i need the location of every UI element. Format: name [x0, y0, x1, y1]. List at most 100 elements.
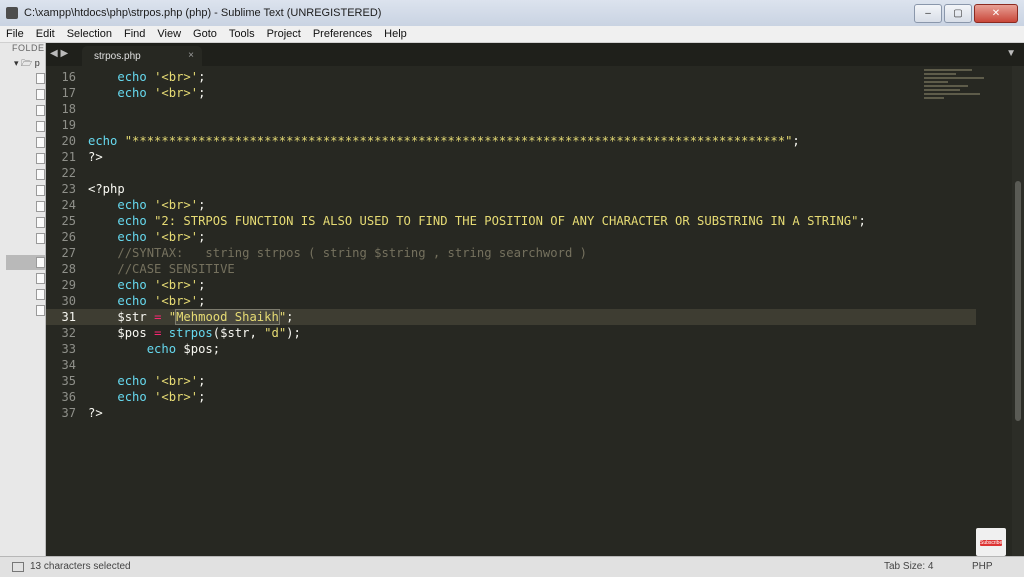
code-token: "***************************************…	[124, 134, 793, 148]
subscribe-badge[interactable]: Subscribe	[976, 528, 1006, 556]
code-line: //CASE SENSITIVE	[88, 261, 928, 277]
tab-size-selector[interactable]: Tab Size: 4	[884, 561, 933, 572]
code-token: echo	[117, 294, 147, 308]
code-line: //SYNTAX: string strpos ( string $string…	[88, 245, 928, 261]
menu-edit[interactable]: Edit	[30, 28, 61, 40]
code-token: '<br>'	[154, 86, 199, 100]
code-token: $str	[117, 310, 147, 324]
code-line: echo '<br>';	[88, 277, 928, 293]
code-token: '<br>'	[154, 374, 199, 388]
tab-dropdown-icon[interactable]: ▼	[1006, 48, 1016, 59]
folder-icon: ▾ 🗁	[14, 58, 35, 68]
menu-goto[interactable]: Goto	[187, 28, 223, 40]
code-token: ;	[198, 230, 206, 244]
file-icon[interactable]	[36, 273, 45, 284]
line-number: 22	[61, 166, 76, 180]
file-icon[interactable]	[36, 289, 45, 300]
code-token: ;	[198, 86, 206, 100]
code-token: echo	[117, 390, 147, 404]
code-token: echo	[88, 134, 118, 148]
code-line: ?>	[88, 405, 928, 421]
console-icon[interactable]	[12, 562, 24, 572]
file-icon[interactable]	[36, 105, 45, 116]
line-number: 25	[61, 214, 76, 228]
tab-nav-arrows[interactable]: ◀ ▶	[50, 48, 68, 59]
code-line: echo '<br>';	[88, 373, 928, 389]
file-icon[interactable]	[36, 257, 45, 268]
menu-selection[interactable]: Selection	[61, 28, 118, 40]
line-number: 27	[61, 246, 76, 260]
menu-view[interactable]: View	[151, 28, 187, 40]
menu-file[interactable]: File	[0, 28, 30, 40]
file-icon[interactable]	[36, 201, 45, 212]
menu-tools[interactable]: Tools	[223, 28, 261, 40]
file-icon[interactable]	[36, 121, 45, 132]
code-line: echo '<br>';	[88, 85, 928, 101]
file-icon[interactable]	[36, 233, 45, 244]
menu-project[interactable]: Project	[261, 28, 307, 40]
tab-close-icon[interactable]: ×	[188, 50, 194, 61]
code-token: ;	[198, 278, 206, 292]
file-icon[interactable]	[36, 185, 45, 196]
subscribe-label: Subscribe	[980, 540, 1003, 546]
line-number: 31	[61, 310, 76, 324]
menu-bar: File Edit Selection Find View Goto Tools…	[0, 26, 1024, 43]
maximize-button[interactable]: ▢	[944, 4, 972, 23]
code-line: echo '<br>';	[88, 293, 928, 309]
line-number: 29	[61, 278, 76, 292]
window-controls: – ▢ ✕	[914, 4, 1018, 23]
file-icon[interactable]	[36, 305, 45, 316]
file-icon[interactable]	[36, 169, 45, 180]
file-icon[interactable]	[36, 153, 45, 164]
code-token: ;	[198, 374, 206, 388]
tab-bar: ◀ ▶ strpos.php × ▼	[46, 43, 1024, 66]
file-icon[interactable]	[36, 89, 45, 100]
vertical-scrollbar[interactable]	[1012, 66, 1024, 556]
code-area[interactable]: echo '<br>'; echo '<br>'; echo "*********…	[88, 69, 928, 421]
minimize-button[interactable]: –	[914, 4, 942, 23]
file-icon[interactable]	[36, 217, 45, 228]
menu-preferences[interactable]: Preferences	[307, 28, 378, 40]
line-number: 23	[61, 182, 76, 196]
close-button[interactable]: ✕	[974, 4, 1018, 23]
line-number: 37	[61, 406, 76, 420]
scroll-thumb[interactable]	[1015, 181, 1021, 421]
syntax-selector[interactable]: PHP	[972, 561, 993, 572]
code-token: '<br>'	[154, 390, 199, 404]
code-token: echo	[117, 214, 147, 228]
code-token: '<br>'	[154, 294, 199, 308]
selection-status: 13 characters selected	[30, 561, 131, 572]
code-token: ;	[198, 70, 206, 84]
code-line: echo '<br>';	[88, 389, 928, 405]
line-number: 32	[61, 326, 76, 340]
code-token: //CASE SENSITIVE	[117, 262, 235, 276]
code-token: "	[168, 310, 177, 324]
tab-strpos[interactable]: strpos.php ×	[82, 46, 202, 66]
sublime-app-icon	[6, 7, 18, 19]
menu-help[interactable]: Help	[378, 28, 413, 40]
code-token: strpos	[168, 326, 213, 340]
code-line: echo '<br>';	[88, 229, 928, 245]
code-token: ?>	[88, 150, 103, 164]
line-number: 30	[61, 294, 76, 308]
minimap[interactable]	[924, 69, 1004, 129]
folder-root[interactable]: ▾ 🗁 p	[14, 56, 40, 72]
menu-find[interactable]: Find	[118, 28, 151, 40]
code-token: echo	[146, 342, 177, 356]
line-number: 28	[61, 262, 76, 276]
file-icon[interactable]	[36, 73, 45, 84]
line-number: 20	[61, 134, 76, 148]
code-token: //SYNTAX: string strpos ( string $string…	[117, 246, 587, 260]
file-icon[interactable]	[36, 137, 45, 148]
